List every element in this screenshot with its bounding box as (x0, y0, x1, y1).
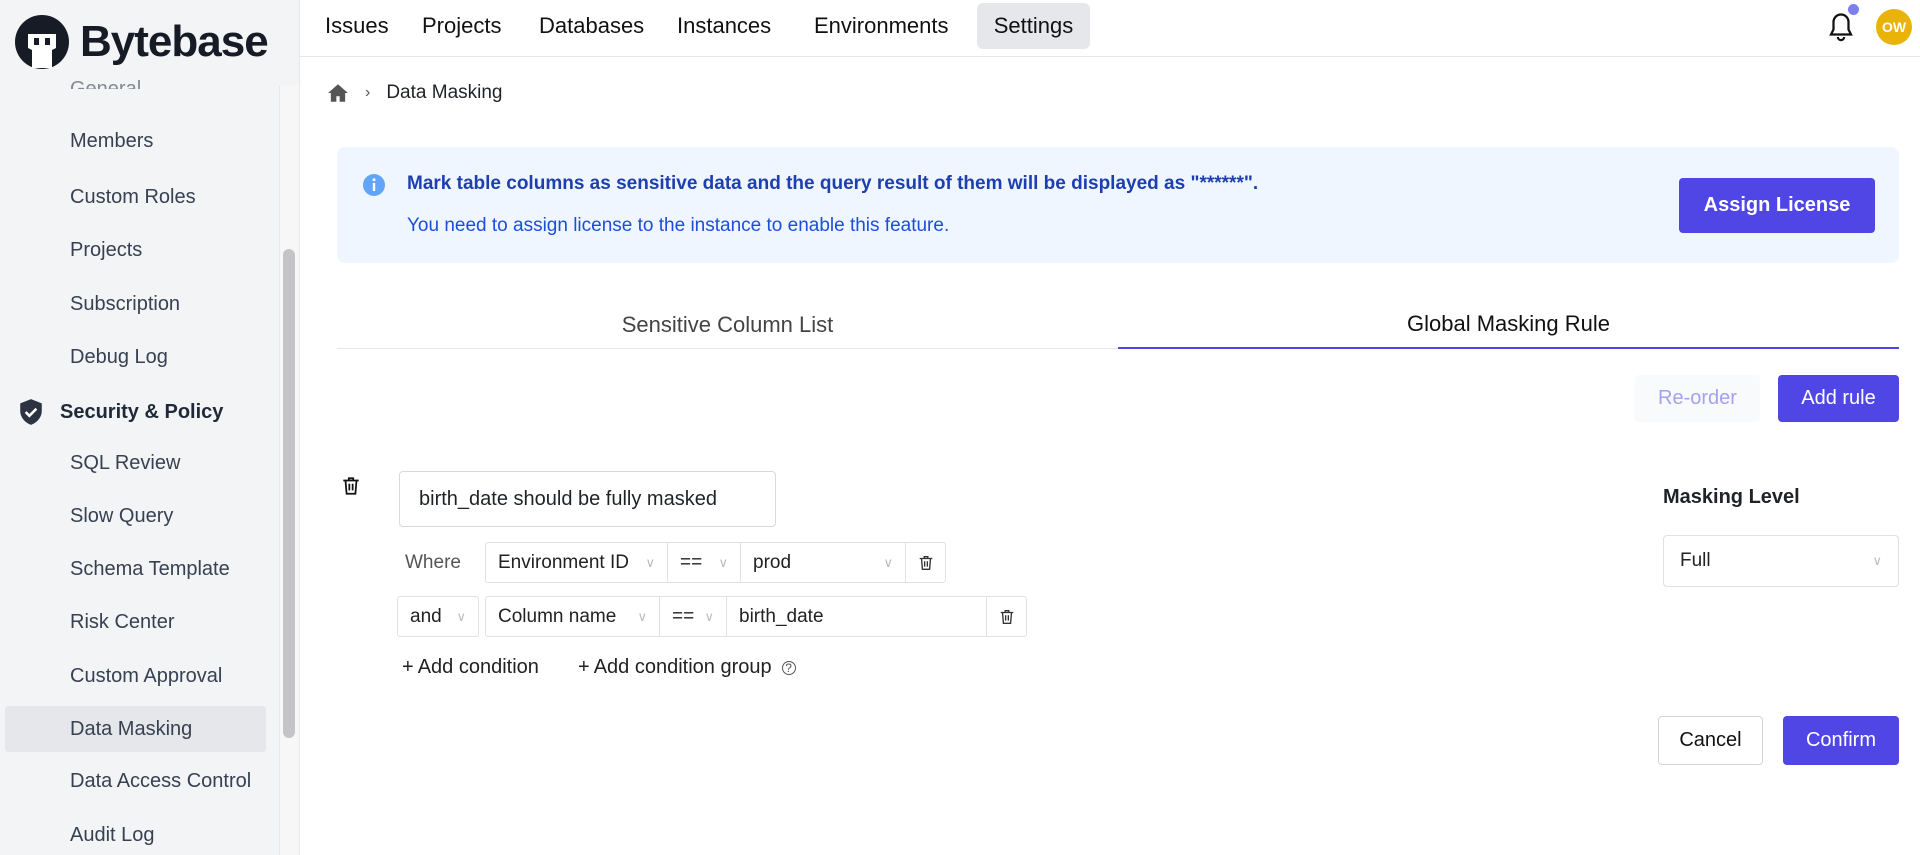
chevron-down-icon: ∨ (645, 554, 655, 570)
logo[interactable]: Bytebase (14, 14, 269, 70)
condition-2-field-select[interactable]: Column name ∨ (485, 596, 660, 637)
sidebar-item-audit-log[interactable]: Audit Log (5, 812, 266, 855)
delete-rule-trash-icon[interactable] (340, 475, 362, 497)
nav-environments[interactable]: Environments (803, 3, 960, 49)
sidebar-item-debug-log[interactable]: Debug Log (5, 334, 266, 380)
condition-2-delete-button[interactable] (986, 596, 1027, 637)
sidebar-item-general[interactable]: General (5, 63, 266, 89)
cancel-button[interactable]: Cancel (1658, 716, 1763, 765)
nav-projects[interactable]: Projects (411, 3, 512, 49)
tab-sensitive-column-list[interactable]: Sensitive Column List (337, 300, 1118, 349)
condition-2-conjunction-select[interactable]: and ∨ (397, 596, 479, 637)
sidebar-item-schema-template[interactable]: Schema Template (5, 546, 266, 592)
add-condition-button[interactable]: + Add condition (402, 656, 539, 679)
breadcrumb-current: Data Masking (386, 82, 503, 103)
rule-title-input[interactable]: birth_date should be fully masked (399, 471, 776, 527)
sidebar-item-custom-roles[interactable]: Custom Roles (5, 174, 266, 220)
assign-license-button[interactable]: Assign License (1679, 178, 1875, 233)
info-icon (363, 174, 385, 196)
avatar[interactable]: OW (1876, 9, 1912, 45)
sidebar: Bytebase General Members Custom Roles Pr… (0, 0, 300, 855)
banner-subtitle: You need to assign license to the instan… (407, 215, 950, 236)
nav-settings[interactable]: Settings (977, 3, 1090, 49)
sidebar-item-data-access-control[interactable]: Data Access Control (5, 758, 266, 804)
sidebar-item-members[interactable]: Members (5, 118, 266, 164)
sidebar-section-security-policy[interactable]: Security & Policy (18, 398, 223, 426)
masking-level-label: Masking Level (1663, 486, 1800, 508)
sidebar-scrollbar[interactable] (283, 249, 295, 738)
plus-icon: + (402, 656, 414, 678)
condition-1-delete-button[interactable] (905, 542, 946, 583)
chevron-down-icon: ∨ (718, 554, 728, 570)
tab-global-masking-rule[interactable]: Global Masking Rule (1118, 300, 1899, 349)
add-condition-group-button[interactable]: + Add condition group? (578, 656, 796, 679)
chevron-down-icon: ∨ (456, 608, 466, 624)
nav-issues[interactable]: Issues (314, 3, 400, 49)
sidebar-item-sql-review[interactable]: SQL Review (5, 440, 266, 486)
sidebar-item-slow-query[interactable]: Slow Query (5, 493, 266, 539)
trash-icon (919, 555, 932, 570)
condition-1-value-select[interactable]: prod ∨ (740, 542, 906, 583)
breadcrumb: › Data Masking (327, 82, 503, 104)
sidebar-item-subscription[interactable]: Subscription (5, 281, 266, 327)
sidebar-item-risk-center[interactable]: Risk Center (5, 599, 266, 645)
bytebase-logo-icon (15, 15, 69, 69)
help-circle-icon[interactable]: ? (781, 660, 796, 675)
masking-level-select[interactable]: Full ∨ (1663, 535, 1899, 587)
banner-title: Mark table columns as sensitive data and… (407, 173, 1259, 194)
confirm-button[interactable]: Confirm (1783, 716, 1899, 765)
add-rule-button[interactable]: Add rule (1778, 375, 1899, 422)
info-banner: Mark table columns as sensitive data and… (337, 147, 1899, 263)
condition-1-field-select[interactable]: Environment ID ∨ (485, 542, 668, 583)
chevron-right-icon: › (365, 84, 371, 101)
chevron-down-icon: ∨ (883, 554, 893, 570)
chevron-down-icon: ∨ (704, 608, 714, 624)
chevron-down-icon: ∨ (1872, 553, 1882, 568)
condition-2-operator-select[interactable]: == ∨ (659, 596, 727, 637)
sidebar-item-projects[interactable]: Projects (5, 227, 266, 273)
condition-1-operator-select[interactable]: == ∨ (667, 542, 741, 583)
nav-databases[interactable]: Databases (528, 3, 655, 49)
sidebar-item-custom-approval[interactable]: Custom Approval (5, 653, 266, 699)
trash-icon (1000, 609, 1013, 624)
where-label: Where (405, 552, 461, 573)
notification-dot (1848, 4, 1859, 15)
plus-icon: + (578, 656, 590, 678)
reorder-button[interactable]: Re-order (1635, 375, 1760, 422)
home-icon[interactable] (327, 83, 349, 103)
shield-check-icon (20, 399, 42, 425)
brand-name: Bytebase (80, 17, 269, 66)
bell-icon[interactable] (1826, 10, 1856, 44)
chevron-down-icon: ∨ (637, 608, 647, 624)
condition-2-value-input[interactable]: birth_date (726, 596, 987, 637)
nav-instances[interactable]: Instances (666, 3, 782, 49)
sidebar-item-data-masking[interactable]: Data Masking (5, 706, 266, 752)
